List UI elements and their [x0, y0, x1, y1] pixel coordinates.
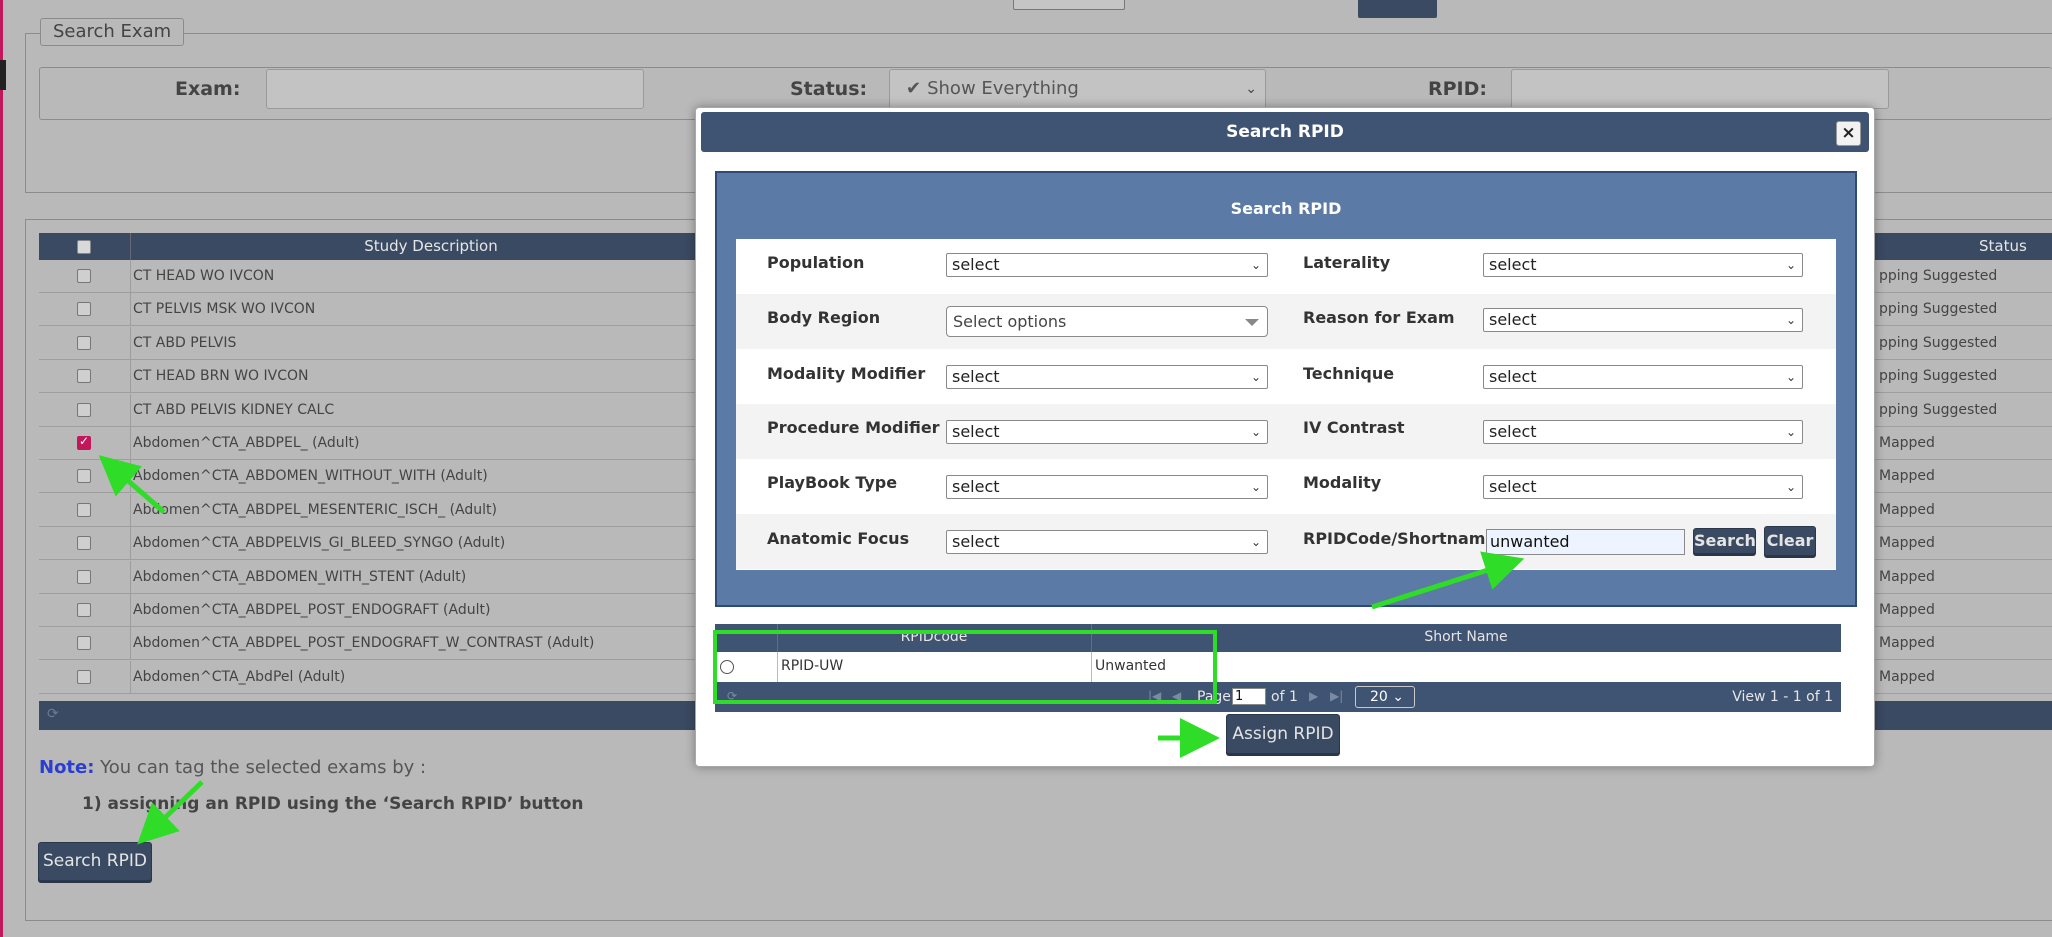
annotation-arrows: [98, 455, 1525, 845]
arrow-to-checkbox: [98, 455, 166, 514]
arrow-to-rpid-input: [1371, 551, 1525, 610]
arrow-to-search-rpid: [137, 780, 204, 845]
